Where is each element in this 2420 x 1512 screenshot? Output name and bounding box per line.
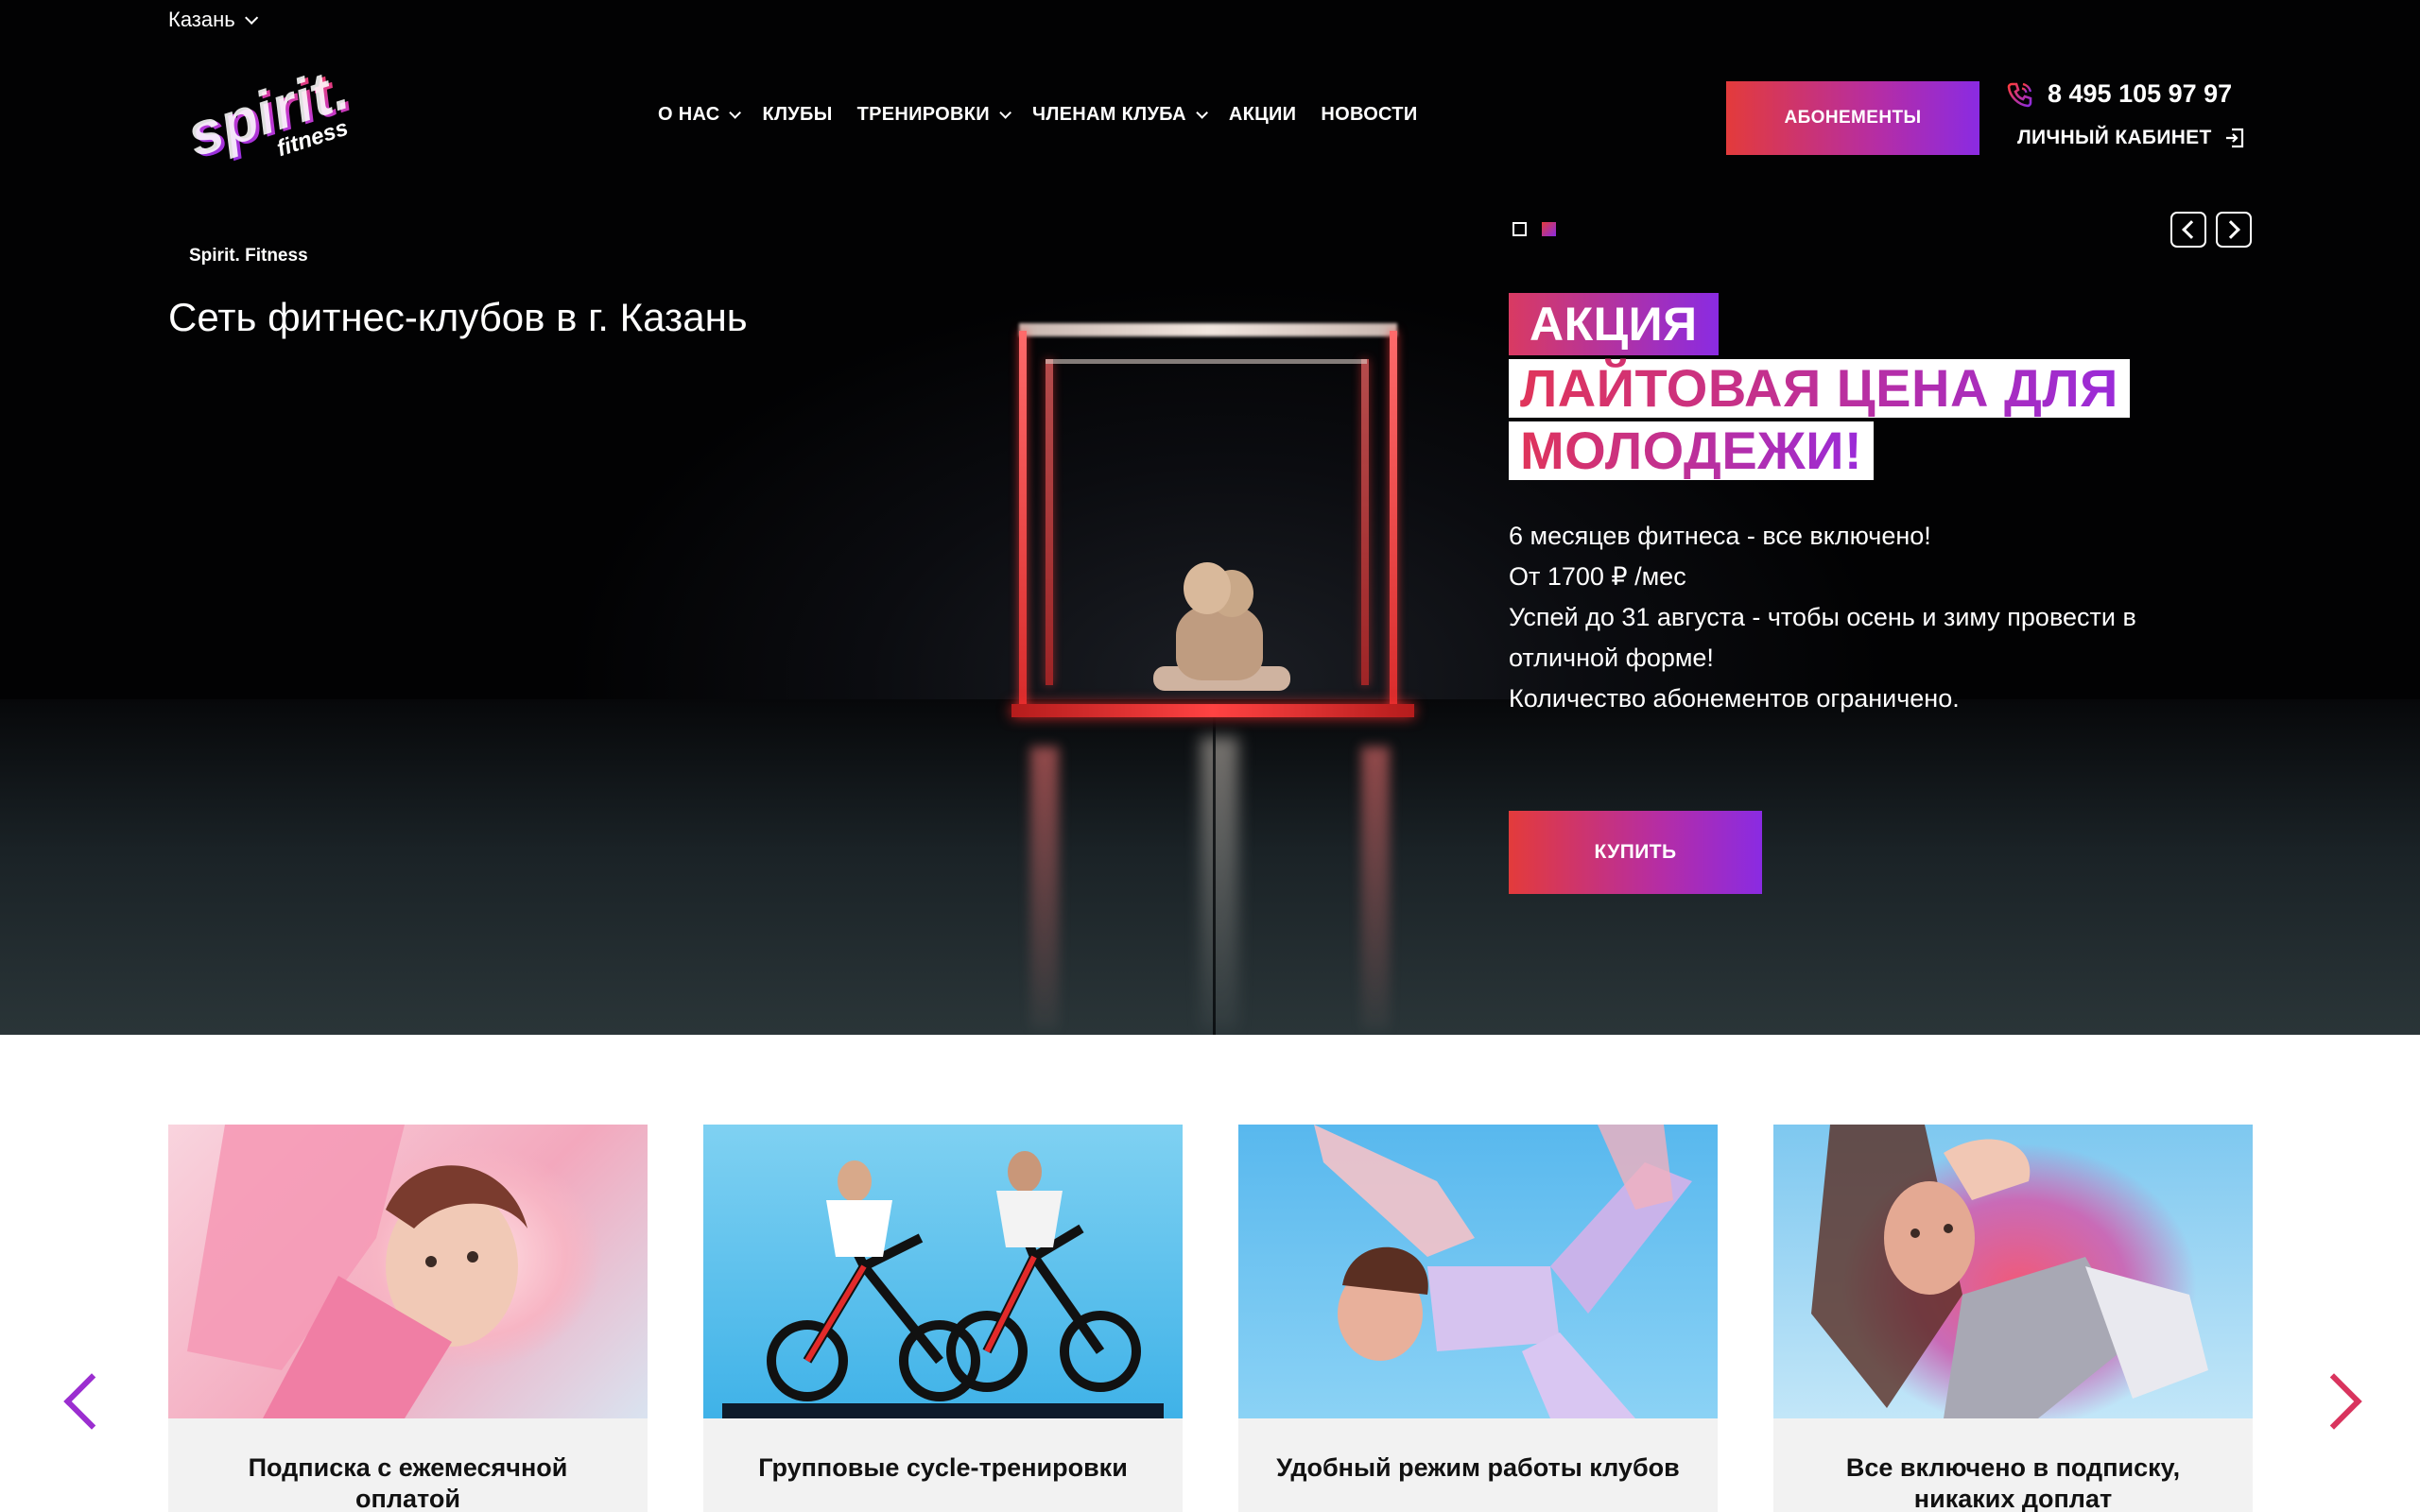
buy-button[interactable]: КУПИТЬ bbox=[1509, 811, 1762, 894]
feature-card-title: Групповые cycle-тренировки bbox=[758, 1453, 1128, 1482]
page-title: Сеть фитнес-клубов в г. Казань bbox=[168, 295, 748, 339]
main-nav: О НАС КЛУБЫ ТРЕНИРОВКИ ЧЛЕНАМ КЛУБА АКЦИ… bbox=[658, 104, 1418, 126]
feature-card-image bbox=[1238, 1125, 1718, 1418]
chevron-right-icon bbox=[2221, 220, 2240, 239]
hero-section: Казань spirit. spirit. fitness О НАС КЛУ… bbox=[0, 0, 2420, 1035]
slider-next-button[interactable] bbox=[2216, 212, 2252, 248]
phone-icon bbox=[2007, 82, 2032, 107]
city-selector[interactable]: Казань bbox=[168, 8, 258, 32]
feature-card-title: Удобный режим работы клубов bbox=[1276, 1453, 1680, 1482]
feature-card-all-inclusive[interactable]: Все включено в подписку, никаких доплат bbox=[1773, 1125, 2253, 1512]
promo-title-line-1: ЛАЙТОВАЯ ЦЕНА ДЛЯ bbox=[1509, 359, 2130, 418]
nav-item-clubs[interactable]: КЛУБЫ bbox=[762, 104, 832, 126]
login-icon bbox=[2225, 128, 2243, 148]
breadcrumb[interactable]: Spirit. Fitness bbox=[189, 246, 308, 266]
chevron-left-icon bbox=[2182, 220, 2201, 239]
slider-prev-button[interactable] bbox=[2170, 212, 2206, 248]
chevron-down-icon bbox=[244, 10, 258, 25]
chevron-down-icon bbox=[1196, 107, 1208, 119]
nav-item-trainings[interactable]: ТРЕНИРОВКИ bbox=[857, 104, 1011, 126]
slider-dots bbox=[1512, 222, 1556, 236]
chevron-down-icon bbox=[999, 107, 1011, 119]
feature-card-subscription[interactable]: Подписка с ежемесячной оплатой bbox=[168, 1125, 648, 1512]
promo-text-line: 6 месяцев фитнеса - все включено! bbox=[1509, 522, 1931, 550]
promo-text-line: Успей до 31 августа - чтобы осень и зиму… bbox=[1509, 603, 2136, 672]
feature-cards: Подписка с ежемесячной оплатой Групповые… bbox=[168, 1125, 2253, 1512]
slider-arrows bbox=[2170, 212, 2252, 248]
feature-card-image bbox=[168, 1125, 648, 1418]
nav-item-about[interactable]: О НАС bbox=[658, 104, 742, 126]
account-link[interactable]: ЛИЧНЫЙ КАБИНЕТ bbox=[2017, 127, 2246, 149]
hero-cube-image bbox=[1011, 321, 1418, 718]
feature-card-title: Подписка с ежемесячной оплатой bbox=[248, 1453, 568, 1512]
feature-card-image bbox=[703, 1125, 1183, 1418]
feature-card-title: Все включено в подписку, никаких доплат bbox=[1845, 1453, 2181, 1512]
phone-link[interactable]: 8 495 105 97 97 bbox=[2006, 79, 2232, 109]
feature-card-cycle[interactable]: Групповые cycle-тренировки bbox=[703, 1125, 1183, 1512]
slider-dot-2[interactable] bbox=[1542, 222, 1556, 236]
nav-item-news[interactable]: НОВОСТИ bbox=[1321, 104, 1417, 126]
hero-figure bbox=[1153, 562, 1290, 704]
spirit-fitness-logo[interactable]: spirit. spirit. fitness bbox=[184, 61, 354, 175]
nav-item-promotions[interactable]: АКЦИИ bbox=[1229, 104, 1297, 126]
cards-next-arrow[interactable] bbox=[2306, 1373, 2362, 1430]
chevron-down-icon bbox=[729, 107, 742, 119]
promo-title-line-2: МОЛОДЕЖИ! bbox=[1509, 421, 1875, 480]
promo-text-line: От 1700 ₽ /мес bbox=[1509, 562, 1686, 591]
logo-word-spirit-face: spirit. bbox=[184, 61, 354, 169]
promo-tag: АКЦИЯ bbox=[1509, 293, 1719, 355]
subscriptions-button[interactable]: АБОНЕМЕНТЫ bbox=[1726, 81, 1979, 155]
feature-card-image bbox=[1773, 1125, 2253, 1418]
slider-dot-1[interactable] bbox=[1512, 222, 1527, 236]
nav-item-members[interactable]: ЧЛЕНАМ КЛУБА bbox=[1032, 104, 1208, 126]
city-label: Казань bbox=[168, 8, 235, 31]
feature-card-schedule[interactable]: Удобный режим работы клубов bbox=[1238, 1125, 1718, 1512]
cards-prev-arrow[interactable] bbox=[63, 1373, 120, 1430]
promo-heading: АКЦИЯ ЛАЙТОВАЯ ЦЕНА ДЛЯ МОЛОДЕЖИ! bbox=[1509, 293, 2130, 480]
phone-number: 8 495 105 97 97 bbox=[2048, 79, 2233, 108]
promo-description: 6 месяцев фитнеса - все включено! От 170… bbox=[1509, 516, 2227, 719]
promo-text-line: Количество абонементов ограничено. bbox=[1509, 684, 1960, 713]
